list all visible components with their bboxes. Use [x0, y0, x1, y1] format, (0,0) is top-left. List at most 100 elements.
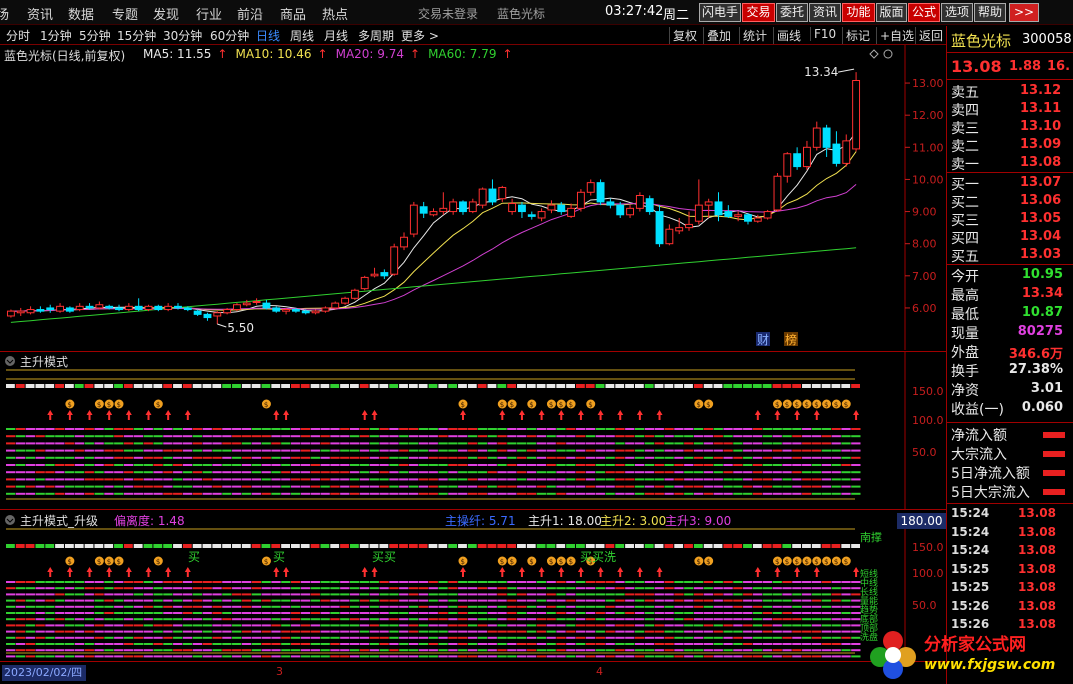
period-tab[interactable]: 多周期	[358, 27, 394, 44]
flow-label[interactable]: 净流入额	[951, 425, 1007, 445]
buy-arrow-icon	[47, 410, 54, 420]
candle	[635, 192, 644, 212]
flow-label[interactable]: 大宗流入	[951, 444, 1007, 464]
ma20-line	[10, 184, 857, 312]
money-bag-icon: $	[841, 399, 851, 409]
candlestick-chart[interactable]: 13.00 12.00 11.00 10.00 9.00 8.00 7.00 6.00 13.3…	[0, 45, 946, 350]
top-button[interactable]: 帮助	[974, 3, 1006, 22]
flow-label[interactable]: 5日净流入额	[951, 463, 1030, 483]
top-button[interactable]: 选项	[941, 3, 973, 22]
indicator-pane-2[interactable]: 150.0100.050.0$ $ $ $ $ $ $ $ $ $ $ $ $ $ $ $ $ $ $ $ $ $ $ $买买…	[0, 525, 946, 661]
menu-item[interactable]: 热点	[322, 4, 348, 23]
tick-time: 15:25	[951, 561, 990, 576]
buy-arrow-icon	[499, 567, 506, 577]
chart-tool-button[interactable]: 返回	[915, 27, 946, 44]
candle	[390, 243, 399, 276]
menu-item[interactable]: 商品	[280, 4, 306, 23]
candle	[16, 307, 25, 316]
money-bag-icon: $	[546, 556, 556, 566]
money-bag-icon: $	[831, 399, 841, 409]
bid-price: 13.07	[1020, 175, 1062, 190]
period-tab[interactable]: 周线	[290, 27, 314, 44]
stat-label: 最高	[951, 288, 979, 304]
period-tab[interactable]: 1分钟	[40, 27, 72, 44]
buy-arrow-icon	[459, 567, 466, 577]
buy-arrow-icon	[558, 410, 565, 420]
svg-text:$: $	[844, 558, 848, 566]
ask-price: 13.08	[1020, 155, 1062, 170]
login-status[interactable]: 交易未登录	[418, 5, 478, 22]
money-bag-icon: $	[546, 399, 556, 409]
svg-text:$: $	[785, 401, 789, 409]
menu-item[interactable]: 行业	[196, 4, 222, 23]
chart-tool-button[interactable]: F10	[810, 27, 839, 41]
top-button[interactable]: 委托	[776, 3, 808, 22]
money-bag-icon: $	[822, 399, 832, 409]
period-tab[interactable]: 15分钟	[117, 27, 156, 44]
svg-text:$: $	[500, 558, 504, 566]
chart-tool-button[interactable]: 标记	[842, 27, 873, 44]
svg-text:$: $	[264, 401, 268, 409]
indicator-pane-1[interactable]: 150.0 100.0 50.0 $ $ $ $ $ $ $ $ $ $ $ $ $ $ $ $ $ $ $ $ $ $ $ $	[0, 352, 946, 509]
candle	[488, 179, 497, 206]
signal-row	[6, 428, 861, 430]
signal-row	[6, 442, 861, 445]
svg-text:榜: 榜	[785, 332, 797, 347]
period-tab[interactable]: 更多 >	[401, 27, 439, 44]
chart-tool-button[interactable]: 画线	[773, 27, 804, 44]
buy-arrow-icon	[617, 410, 624, 420]
event-badge[interactable]: 财	[756, 332, 770, 347]
tick-price: 13.08	[1018, 524, 1056, 539]
candle	[321, 306, 330, 313]
top-button[interactable]: 功能	[842, 3, 875, 22]
event-badge[interactable]: 榜	[784, 332, 798, 347]
money-bag-icon: $	[261, 556, 271, 566]
chart-tool-button[interactable]: 叠加	[703, 27, 734, 44]
more-button[interactable]: >>	[1009, 3, 1039, 22]
period-tab[interactable]: 分时	[6, 27, 30, 44]
svg-text:$: $	[107, 401, 111, 409]
stat-value: 0.060	[1021, 400, 1063, 415]
top-button[interactable]: 版面	[876, 3, 907, 22]
flow-label[interactable]: 5日大宗流入	[951, 482, 1030, 502]
signal-row	[6, 605, 861, 608]
y-tick-label: 50.0	[912, 599, 937, 612]
money-bag-icon: $	[507, 399, 517, 409]
svg-text:$: $	[156, 401, 160, 409]
candle	[567, 203, 576, 218]
chart-tool-button[interactable]: 复权	[669, 27, 700, 44]
top-button[interactable]: 交易	[742, 3, 775, 22]
candle	[272, 306, 281, 313]
money-bag-icon: $	[94, 556, 104, 566]
stat-value: 80275	[1017, 324, 1063, 339]
ask-label: 卖五	[951, 85, 979, 101]
menu-item[interactable]: 前沿	[237, 4, 263, 23]
top-button[interactable]: 闪电手	[699, 3, 741, 22]
menu-item[interactable]: 场	[0, 4, 9, 23]
period-tab[interactable]: 5分钟	[79, 27, 111, 44]
money-bag-icon: $	[812, 399, 822, 409]
y-tick-label: 6.00	[912, 302, 937, 315]
period-tab[interactable]: 60分钟	[210, 27, 249, 44]
ask-label: 卖四	[951, 103, 979, 119]
ask-price: 13.10	[1020, 119, 1062, 134]
chart-tool-button[interactable]: 统计	[739, 27, 770, 44]
period-tab[interactable]: 月线	[324, 27, 348, 44]
period-tab[interactable]: 30分钟	[163, 27, 202, 44]
candle	[685, 211, 693, 231]
chart-tool-button[interactable]: +自选	[876, 27, 917, 44]
period-tab[interactable]: 日线	[256, 27, 280, 44]
menu-item[interactable]: 数据	[68, 4, 94, 23]
menu-item[interactable]: 资讯	[27, 4, 53, 23]
top-button[interactable]: 资讯	[809, 3, 841, 22]
menu-item[interactable]: 发现	[153, 4, 179, 23]
y-tick-label: 150.0	[912, 385, 944, 398]
money-bag-icon: $	[704, 399, 714, 409]
signal-row	[6, 643, 861, 645]
bid-label: 买三	[951, 213, 979, 229]
top-button[interactable]: 公式	[908, 3, 940, 22]
menu-item[interactable]: 专题	[112, 4, 138, 23]
y-tick-label: 11.00	[912, 141, 944, 154]
svg-text:$: $	[559, 401, 563, 409]
buy-arrow-icon	[617, 567, 624, 577]
